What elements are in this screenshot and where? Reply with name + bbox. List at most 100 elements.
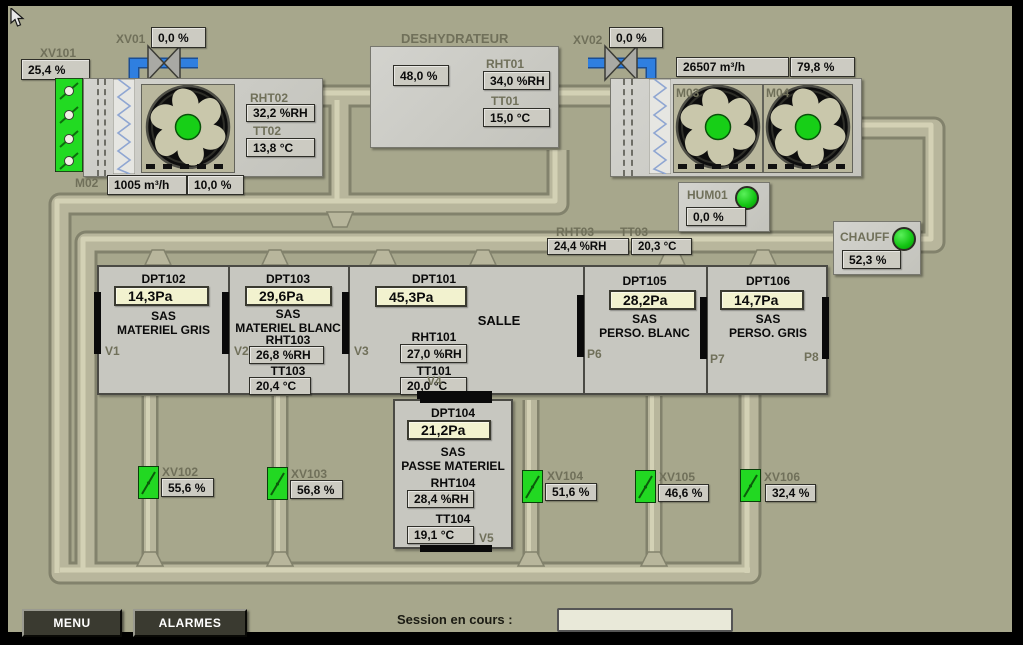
tt104-value: 19,1 °C <box>407 526 474 544</box>
xv104-valve-icon[interactable] <box>522 470 543 503</box>
m04-tag: M04 <box>766 86 789 100</box>
fan-grille <box>146 164 230 169</box>
door-p7 <box>700 297 707 359</box>
door-p8-label: P8 <box>804 350 819 364</box>
xv102-tag: XV102 <box>162 465 198 479</box>
xv101-tag: XV101 <box>40 46 76 60</box>
pass-room-door-top <box>420 396 492 403</box>
room-name: SAS <box>583 312 706 326</box>
xv102-valve-icon[interactable] <box>138 466 159 499</box>
rht02-value: 32,2 %RH <box>246 104 315 122</box>
xv101-damper-icon[interactable] <box>55 78 83 172</box>
xv01-value: 0,0 % <box>151 27 206 48</box>
rht101-tag: RHT101 <box>369 330 499 344</box>
xv103-value: 56,8 % <box>290 480 343 499</box>
casing-separator <box>104 79 106 176</box>
ahu-right-speed-value: 79,8 % <box>790 57 855 77</box>
dpt101-tag: DPT101 <box>369 272 499 286</box>
casing-separator <box>97 79 99 176</box>
dpt102-tag: DPT102 <box>99 272 228 286</box>
room-name: PASSE MATERIEL <box>395 459 511 473</box>
dpt105-tag: DPT105 <box>583 274 706 288</box>
room-name: SALLE <box>439 313 559 328</box>
room-name: MATERIEL GRIS <box>99 323 228 337</box>
rht103-value: 26,8 %RH <box>249 346 324 364</box>
rht104-value: 28,4 %RH <box>407 490 474 508</box>
dpt103-tag: DPT103 <box>228 272 348 286</box>
xv105-valve-icon[interactable] <box>635 470 656 503</box>
tt103-value: 20,4 °C <box>249 377 311 395</box>
door-v5-label: V5 <box>479 531 494 545</box>
door-v5 <box>420 545 492 552</box>
m02-tag: M02 <box>75 176 98 190</box>
dpt106-pressure-value: 14,7Pa <box>720 290 804 310</box>
door-p8 <box>822 297 829 359</box>
m02-speed-value: 10,0 % <box>187 175 244 195</box>
fan-m04[interactable]: M04 <box>763 84 853 173</box>
m03-tag: M03 <box>676 86 699 100</box>
deshydrateur-value: 48,0 % <box>393 65 449 86</box>
xv106-valve-icon[interactable] <box>740 469 761 502</box>
tt02-tag: TT02 <box>253 124 281 138</box>
rht01-tag: RHT01 <box>486 57 524 71</box>
dpt105-pressure-value: 28,2Pa <box>609 290 696 310</box>
rht03-tag: RHT03 <box>556 225 594 239</box>
tt03-tag: TT03 <box>620 225 648 239</box>
room-name: SAS <box>228 307 348 321</box>
xv106-value: 32,4 % <box>765 484 816 502</box>
heater-unit[interactable]: CHAUFF 52,3 % <box>833 221 921 275</box>
deshydrateur-title: DESHYDRATEUR <box>401 31 508 46</box>
dpt106-tag: DPT106 <box>706 274 830 288</box>
ahu-right-casing: M03 M04 <box>610 78 862 177</box>
xv105-tag: XV105 <box>659 470 695 484</box>
room-name: SAS <box>99 309 228 323</box>
room-name: PERSO. GRIS <box>706 326 830 340</box>
xv01-tag: XV01 <box>116 32 145 46</box>
xv02-tag: XV02 <box>573 33 602 47</box>
tt03-value: 20,3 °C <box>631 238 692 255</box>
tt02-value: 13,8 °C <box>246 138 315 157</box>
rht101-value: 27,0 %RH <box>400 344 467 363</box>
dpt103-pressure-value: 29,6Pa <box>245 286 332 306</box>
door-p6-label: P6 <box>587 347 602 361</box>
dpt104-tag: DPT104 <box>395 406 511 420</box>
xv106-tag: XV106 <box>764 470 800 484</box>
dpt101-pressure-value: 45,3Pa <box>375 286 467 307</box>
alarms-button[interactable]: ALARMES <box>133 609 247 637</box>
filter-icon <box>649 79 671 174</box>
rht02-tag: RHT02 <box>250 91 288 105</box>
room-name: PERSO. BLANC <box>583 326 706 340</box>
chauff-value: 52,3 % <box>842 250 901 269</box>
door-v3 <box>342 292 349 354</box>
door-v1-label: V1 <box>105 344 120 358</box>
m02-flow-value: 1005 m³/h <box>107 175 187 195</box>
hum01-value: 0,0 % <box>686 207 746 226</box>
session-input[interactable] <box>557 608 733 632</box>
deshydrateur-unit[interactable]: 48,0 % RHT01 34,0 %RH TT01 15,0 °C <box>370 46 559 148</box>
tt103-tag: TT103 <box>228 364 348 378</box>
room-name: SAS <box>706 312 830 326</box>
door-v4-label: V4 <box>427 374 442 388</box>
xv102-value: 55,6 % <box>161 478 214 497</box>
menu-button[interactable]: MENU <box>22 609 122 637</box>
xv01-butterfly-valve-icon[interactable] <box>148 46 164 80</box>
dpt104-pressure-value: 21,2Pa <box>407 420 491 440</box>
session-label: Session en cours : <box>397 612 513 627</box>
chauff-tag: CHAUFF <box>840 230 889 244</box>
fan-m03[interactable]: M03 <box>673 84 763 173</box>
xv104-tag: XV104 <box>547 469 583 483</box>
hmi-screen: XV101 25,4 % XV01 0,0 % <box>0 0 1023 645</box>
fan-grille <box>678 164 758 169</box>
dpt102-pressure-value: 14,3Pa <box>114 286 209 306</box>
humidifier-unit[interactable]: HUM01 0,0 % <box>678 182 770 232</box>
xv02-butterfly-valve-icon[interactable] <box>605 46 621 80</box>
hum01-tag: HUM01 <box>687 188 728 202</box>
casing-separator <box>631 79 633 176</box>
door-v2 <box>222 292 229 354</box>
xv103-valve-icon[interactable] <box>267 467 288 500</box>
tt01-value: 15,0 °C <box>483 108 550 127</box>
rht01-value: 34,0 %RH <box>483 71 550 90</box>
rht03-value: 24,4 %RH <box>547 238 629 255</box>
room-name: SAS <box>395 445 511 459</box>
fan-m02[interactable] <box>141 84 235 173</box>
